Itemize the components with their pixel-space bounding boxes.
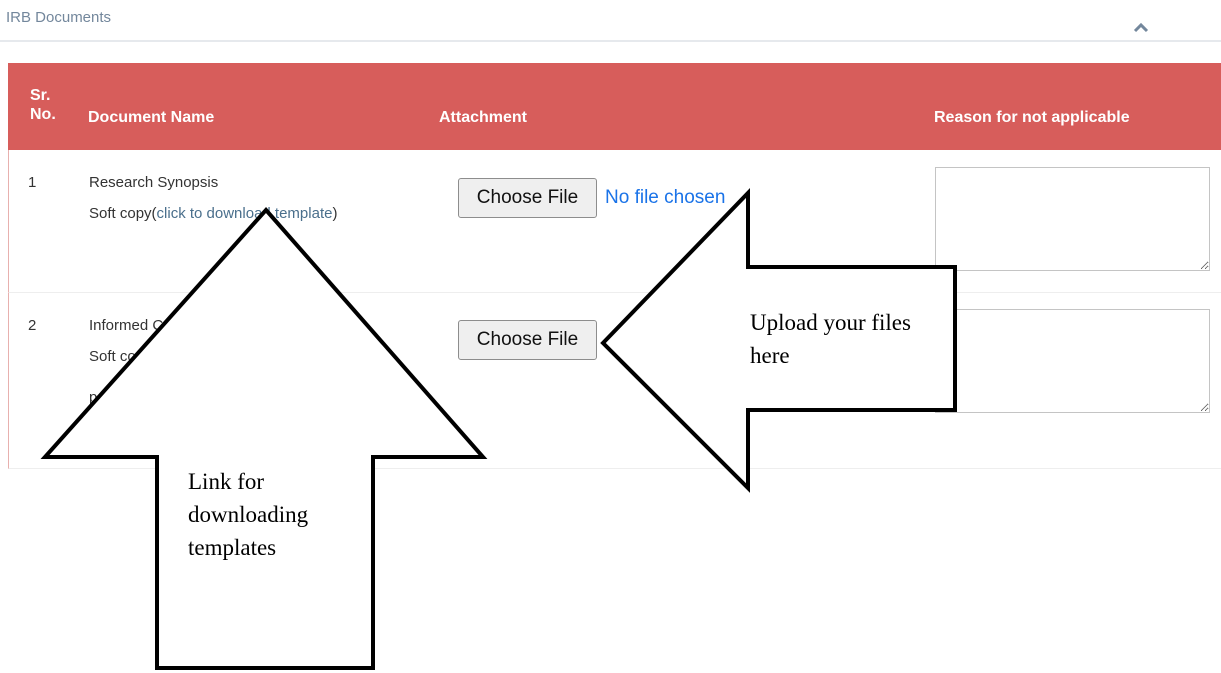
templates-callout-text: Link for downloading templates bbox=[188, 469, 309, 560]
row-sr-no: 1 bbox=[28, 174, 37, 191]
header-reason: Reason for not applicable bbox=[934, 109, 1130, 126]
file-status: No file chosen bbox=[605, 187, 726, 208]
panel-header: IRB Documents bbox=[0, 0, 1221, 42]
table-header: Sr. No. Document Name Attachment Reason … bbox=[8, 63, 1221, 150]
document-subtext-end: r bbox=[389, 348, 394, 365]
chevron-up-icon[interactable] bbox=[1133, 21, 1149, 33]
choose-file-button[interactable]: Choose File bbox=[458, 320, 597, 360]
document-name: Research Synopsis bbox=[89, 174, 219, 191]
subtext-suffix: ) bbox=[332, 205, 338, 222]
document-subtext: Soft co bbox=[89, 348, 136, 365]
download-template-link[interactable]: click to download template bbox=[157, 205, 333, 222]
table-row: 1 Research Synopsis Soft copy(click to d… bbox=[8, 150, 1221, 293]
document-name: Informed C bbox=[89, 317, 164, 334]
header-sr-no: Sr. No. bbox=[30, 87, 56, 123]
row-sr-no: 2 bbox=[28, 317, 37, 334]
reason-textarea[interactable] bbox=[935, 167, 1210, 271]
document-subtext-line2: pa bbox=[89, 389, 106, 406]
choose-file-button[interactable]: Choose File bbox=[458, 178, 597, 218]
document-subtext: Soft copy(click to download template) bbox=[89, 205, 337, 222]
upload-callout-text: Upload your files here bbox=[750, 310, 911, 368]
table-row: 2 Informed C Soft co r pa Choose File bbox=[8, 293, 1221, 469]
header-attachment: Attachment bbox=[439, 109, 528, 126]
header-document-name: Document Name bbox=[88, 109, 215, 126]
panel-title: IRB Documents bbox=[6, 9, 112, 26]
documents-table: Sr. No. Document Name Attachment Reason … bbox=[8, 63, 1221, 469]
subtext-prefix: Soft copy( bbox=[89, 205, 157, 222]
reason-textarea[interactable] bbox=[935, 309, 1210, 413]
